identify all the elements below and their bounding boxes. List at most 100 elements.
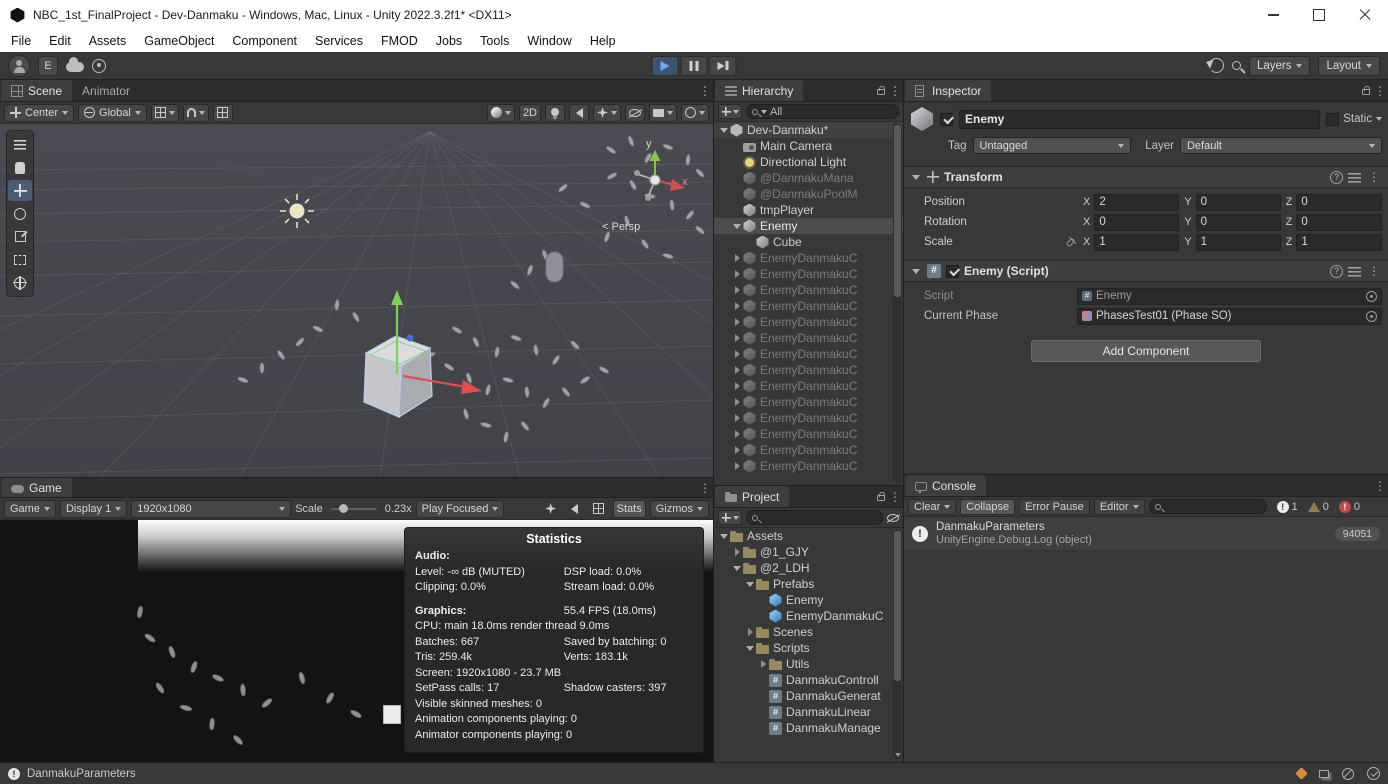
gizmos-dropdown[interactable]: Gizmos xyxy=(649,499,709,518)
hierarchy-row[interactable]: @DanmakuMana xyxy=(714,170,903,186)
menu-item[interactable]: Assets xyxy=(80,30,136,52)
tab-game[interactable]: Game xyxy=(1,478,72,497)
hierarchy-row[interactable]: EnemyDanmakuC xyxy=(714,314,903,330)
hand-tool[interactable] xyxy=(8,157,32,178)
disclosure-arrow[interactable] xyxy=(744,576,756,592)
project-row[interactable]: Prefabs xyxy=(714,576,903,592)
constrain-proportions-icon[interactable] xyxy=(1065,237,1076,247)
disclosure-arrow[interactable] xyxy=(718,528,730,544)
hierarchy-row[interactable]: Directional Light xyxy=(714,154,903,170)
project-row[interactable]: EnemyDanmakuC xyxy=(714,608,903,624)
disclosure-arrow[interactable] xyxy=(718,122,730,138)
menu-item[interactable]: FMOD xyxy=(372,30,427,52)
status-bar[interactable]: DanmakuParameters xyxy=(0,762,1388,784)
progress-check-icon[interactable] xyxy=(1367,767,1380,780)
object-picker-icon[interactable] xyxy=(1366,310,1377,322)
script-object-field[interactable]: Enemy xyxy=(1077,287,1382,305)
position-x-input[interactable] xyxy=(1094,193,1180,211)
mute-audio-toggle[interactable] xyxy=(565,500,585,518)
project-row[interactable]: Utils xyxy=(714,656,903,672)
menu-item[interactable]: Help xyxy=(581,30,625,52)
pane-menu-icon[interactable] xyxy=(697,481,713,495)
hierarchy-row[interactable]: Cube xyxy=(714,234,903,250)
snap-increment-button[interactable] xyxy=(212,103,233,122)
foldout-arrow-icon[interactable] xyxy=(912,174,920,180)
collapse-toggle[interactable]: Collapse xyxy=(960,498,1016,515)
tool-handle-rotation-dropdown[interactable]: Global xyxy=(78,103,147,122)
error-pause-toggle[interactable]: Error Pause xyxy=(1019,498,1090,515)
scrollbar-thumb[interactable] xyxy=(894,531,901,681)
disclosure-arrow[interactable] xyxy=(731,442,743,458)
hierarchy-row[interactable]: EnemyDanmakuC xyxy=(714,282,903,298)
project-row[interactable]: DanmakuManage xyxy=(714,720,903,736)
step-button[interactable] xyxy=(709,55,737,76)
tab-console[interactable]: Console xyxy=(905,475,987,496)
menu-item[interactable]: Jobs xyxy=(427,30,471,52)
static-group[interactable]: Static xyxy=(1326,112,1382,126)
pane-menu-icon[interactable] xyxy=(887,490,903,504)
component-menu-icon[interactable] xyxy=(1366,170,1382,184)
game-sun-toggle[interactable] xyxy=(541,500,561,518)
services-target-icon[interactable] xyxy=(92,58,106,73)
menu-item[interactable]: GameObject xyxy=(135,30,223,52)
maximize-button[interactable] xyxy=(1296,0,1342,30)
hierarchy-row[interactable]: EnemyDanmakuC xyxy=(714,458,903,474)
enemy-script-component-header[interactable]: Enemy (Script) xyxy=(904,260,1388,282)
menu-item[interactable]: Tools xyxy=(471,30,518,52)
position-z-input[interactable] xyxy=(1296,193,1382,211)
tab-hierarchy[interactable]: Hierarchy xyxy=(715,80,804,101)
static-checkbox[interactable] xyxy=(1326,112,1340,126)
account-icon[interactable] xyxy=(8,54,30,77)
layout-dropdown[interactable]: Layout xyxy=(1318,55,1380,76)
display-dropdown[interactable]: Display 1 xyxy=(59,499,128,518)
hierarchy-row[interactable]: @DanmakuPoolM xyxy=(714,186,903,202)
project-row[interactable]: Scripts xyxy=(714,640,903,656)
metrics-toggle[interactable] xyxy=(589,500,609,518)
disclosure-arrow[interactable] xyxy=(757,592,769,608)
disclosure-arrow[interactable] xyxy=(757,672,769,688)
menu-item[interactable]: Component xyxy=(223,30,306,52)
hierarchy-row[interactable]: Main Camera xyxy=(714,138,903,154)
scale-z-input[interactable] xyxy=(1296,233,1382,251)
hierarchy-row[interactable]: Enemy xyxy=(714,218,903,234)
component-enabled-checkbox[interactable] xyxy=(946,264,959,278)
tool-overlay-menu[interactable] xyxy=(8,134,32,155)
error-count-toggle[interactable]: 0 xyxy=(1338,500,1360,513)
hierarchy-row[interactable]: EnemyDanmakuC xyxy=(714,378,903,394)
scale-tool[interactable] xyxy=(8,226,32,247)
project-row[interactable]: Scenes xyxy=(714,624,903,640)
draw-mode-dropdown[interactable] xyxy=(486,103,515,122)
scroll-down-arrow[interactable] xyxy=(894,753,901,757)
disclosure-arrow[interactable] xyxy=(731,250,743,266)
hierarchy-search-field[interactable]: All xyxy=(746,104,899,119)
disclosure-arrow[interactable] xyxy=(731,314,743,330)
tab-animator[interactable]: Animator xyxy=(72,80,140,101)
help-icon[interactable] xyxy=(1330,264,1343,278)
clear-button[interactable]: Clear xyxy=(908,498,957,515)
package-manager-icon[interactable] xyxy=(1319,769,1329,778)
info-count-toggle[interactable]: 1 xyxy=(1276,500,1298,513)
help-icon[interactable] xyxy=(1330,170,1343,184)
perspective-mode-label[interactable]: < Persp xyxy=(602,221,640,233)
cloud-services-icon[interactable] xyxy=(66,57,84,72)
cache-server-disconnected-icon[interactable] xyxy=(1342,767,1354,780)
disclosure-arrow[interactable] xyxy=(744,234,756,250)
gameobject-name-field[interactable]: Enemy xyxy=(959,109,1321,129)
disclosure-arrow[interactable] xyxy=(731,362,743,378)
disclosure-arrow[interactable] xyxy=(757,704,769,720)
disclosure-arrow[interactable] xyxy=(731,426,743,442)
scale-x-input[interactable] xyxy=(1094,233,1180,251)
game-viewport[interactable]: Statistics Audio: Level: -∞ dB (MUTED) D… xyxy=(0,520,713,765)
play-focused-dropdown[interactable]: Play Focused xyxy=(415,499,505,518)
rotate-tool[interactable] xyxy=(8,203,32,224)
disclosure-arrow[interactable] xyxy=(731,544,743,560)
disclosure-arrow[interactable] xyxy=(731,154,743,170)
game-mode-dropdown[interactable]: Game xyxy=(4,499,56,518)
pane-menu-icon[interactable] xyxy=(887,84,903,98)
lock-icon[interactable] xyxy=(1362,86,1370,95)
hierarchy-row[interactable]: EnemyDanmakuC xyxy=(714,346,903,362)
hierarchy-row[interactable]: EnemyDanmakuC xyxy=(714,394,903,410)
alert-spark-icon[interactable] xyxy=(1295,767,1308,780)
scene-lighting-toggle[interactable] xyxy=(545,103,565,122)
hierarchy-row[interactable]: EnemyDanmakuC xyxy=(714,330,903,346)
